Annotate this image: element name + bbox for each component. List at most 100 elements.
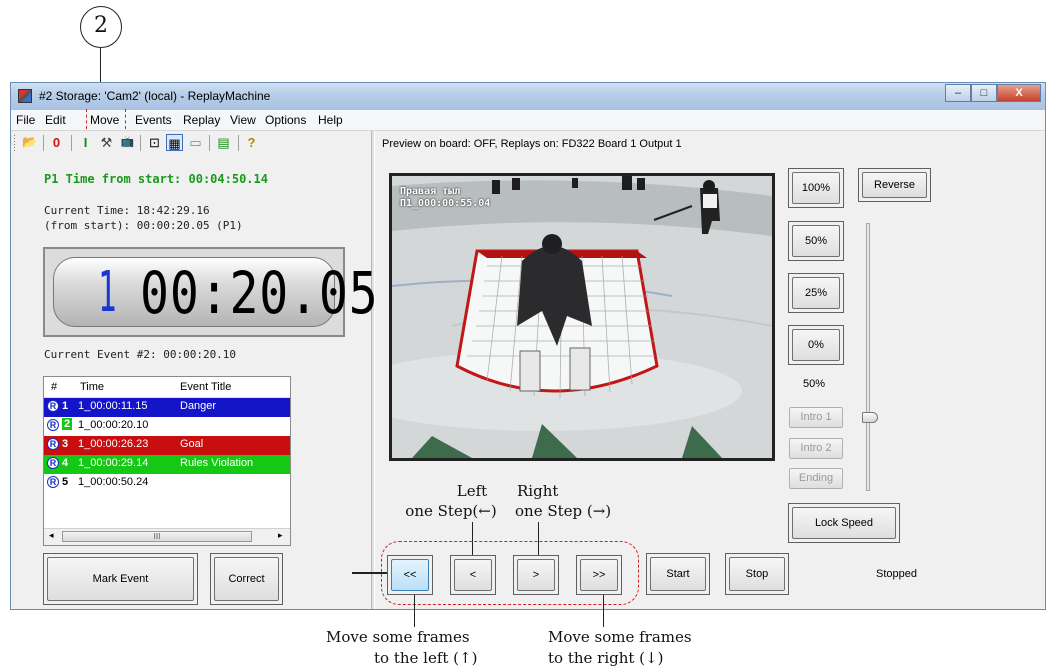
speed-25-button[interactable]: 25% <box>792 277 840 309</box>
registered-icon: R <box>47 476 59 488</box>
menu-file[interactable]: File <box>16 113 35 127</box>
correct-button[interactable]: Correct <box>214 557 279 601</box>
mark-event-button[interactable]: Mark Event <box>47 557 194 601</box>
speed-25-frame: 25% <box>788 273 844 313</box>
monitor-icon[interactable]: ▭ <box>187 134 204 151</box>
step-right-button[interactable]: > <box>517 559 555 591</box>
speed-slider-track[interactable] <box>866 223 870 491</box>
speed-0-frame: 0% <box>788 325 844 365</box>
camera-icon[interactable]: ⊡ <box>146 134 163 151</box>
toolbar: 📂 0 I ⚒ 📺 ⊡ ▦ ▭ ▤ ? <box>11 131 371 155</box>
annotation-move-left: Move some frames to the left (↑) <box>316 627 516 669</box>
event-number: 2 <box>62 418 73 430</box>
speed-50-button[interactable]: 50% <box>792 225 840 257</box>
app-icon <box>18 89 32 103</box>
event-title: Goal <box>180 438 204 450</box>
toolbar-grip <box>14 135 15 151</box>
timecode-value: 00:20.05 <box>140 259 379 327</box>
menu-edit[interactable]: Edit <box>45 113 66 127</box>
annotation-move-left-line2: to the left (↑) <box>374 649 478 667</box>
callout-number: 2 <box>94 13 108 38</box>
step-far-right-button[interactable]: >> <box>580 559 618 591</box>
menu-options[interactable]: Options <box>265 113 306 127</box>
clapper-icon[interactable]: ▦ <box>166 134 183 151</box>
step-far-left-button[interactable]: << <box>391 559 429 591</box>
step-far-left-frame: << <box>387 555 433 595</box>
open-folder-icon[interactable]: 📂 <box>21 134 38 151</box>
timecode-panel: 1 00:20.05 <box>53 257 378 327</box>
intro-2-button[interactable]: Intro 2 <box>789 438 843 459</box>
column-header-time[interactable]: Time <box>80 381 104 393</box>
minimize-button[interactable]: – <box>945 84 971 102</box>
ending-button[interactable]: Ending <box>789 468 843 489</box>
menu-replay[interactable]: Replay <box>183 113 220 127</box>
help-icon[interactable]: ? <box>243 134 260 151</box>
menu-events[interactable]: Events <box>135 113 172 127</box>
toolbar-separator <box>43 135 44 151</box>
table-row[interactable]: R 4 1_00:00:29.14 Rules Violation <box>44 455 290 474</box>
step-right-frame: > <box>513 555 559 595</box>
reverse-button[interactable]: Reverse <box>862 172 927 198</box>
annotation-move-left-line1: Move some frames <box>326 628 470 646</box>
pointer-line <box>352 572 388 574</box>
scroll-left-arrow-icon[interactable]: ◂ <box>49 530 54 541</box>
annotation-left-line1: Left <box>456 482 488 500</box>
tv-icon[interactable]: 📺 <box>119 134 136 151</box>
toolbar-separator <box>71 135 72 151</box>
annotation-left-line2: one Step(←) <box>405 502 497 520</box>
scroll-right-arrow-icon[interactable]: ▸ <box>278 530 283 541</box>
video-preview: Правая тыл П1_000:00:55.04 <box>389 173 775 461</box>
mark-event-frame: Mark Event <box>43 553 198 605</box>
info-icon[interactable]: I <box>77 134 94 151</box>
title-bar[interactable]: #2 Storage: 'Cam2' (local) - ReplayMachi… <box>11 83 1045 110</box>
event-time: 1_00:00:11.15 <box>78 400 148 412</box>
window-title: #2 Storage: 'Cam2' (local) - ReplayMachi… <box>39 89 271 103</box>
list-icon[interactable]: ▤ <box>215 134 232 151</box>
menu-view[interactable]: View <box>230 113 256 127</box>
preview-status-bar: Preview on board: OFF, Replays on: FD322… <box>376 134 1044 154</box>
events-table[interactable]: # Time Event Title R 1 1_00:00:11.15 Danger… <box>43 376 291 546</box>
horizontal-scrollbar[interactable]: ◂ III ▸ <box>44 528 290 545</box>
scrollbar-grip: III <box>153 532 161 541</box>
table-row[interactable]: R 2 1_00:00:20.10 <box>44 417 290 436</box>
menu-help[interactable]: Help <box>318 113 343 127</box>
events-table-header: # Time Event Title <box>44 377 290 398</box>
panel-splitter[interactable] <box>371 131 375 609</box>
speed-slider-thumb[interactable] <box>862 412 878 423</box>
pointer-line <box>414 595 415 627</box>
p1-time-from-start: P1 Time from start: 00:04:50.14 <box>44 172 268 186</box>
column-header-event-title[interactable]: Event Title <box>180 381 231 393</box>
start-button[interactable]: Start <box>650 557 706 591</box>
table-row[interactable]: R 5 1_00:00:50.24 <box>44 474 290 493</box>
annotation-left-step: Left one Step(←) <box>391 481 511 521</box>
intro-1-button[interactable]: Intro 1 <box>789 407 843 428</box>
step-left-button[interactable]: < <box>454 559 492 591</box>
annotation-right-step: Right one Step (→) <box>515 481 635 521</box>
annotation-move-right: Move some frames to the right (↓) <box>548 627 748 669</box>
table-row[interactable]: R 1 1_00:00:11.15 Danger <box>44 398 290 417</box>
time-from-start: (from start): 00:00:20.05 (P1) <box>44 219 243 232</box>
table-row[interactable]: R 3 1_00:00:26.23 Goal <box>44 436 290 455</box>
timecode-display: 1 00:20.05 <box>43 247 378 337</box>
camera-name: Правая тыл <box>400 186 461 197</box>
camera-timecode: П1_000:00:55.04 <box>400 198 491 209</box>
registered-icon: R <box>47 438 59 450</box>
step-far-right-frame: >> <box>576 555 622 595</box>
close-button[interactable]: X <box>997 84 1041 102</box>
step-left-frame: < <box>450 555 496 595</box>
playback-status: Stopped <box>876 568 917 580</box>
scrollbar-thumb[interactable]: III <box>62 531 252 542</box>
speed-100-button[interactable]: 100% <box>792 172 840 204</box>
annotation-move-right-line2: to the right (↓) <box>548 649 664 667</box>
lock-speed-button[interactable]: Lock Speed <box>792 507 896 539</box>
current-event: Current Event #2: 00:00:20.10 <box>44 348 237 361</box>
speed-0-button[interactable]: 0% <box>792 329 840 361</box>
stop-button[interactable]: Stop <box>729 557 785 591</box>
column-header-number[interactable]: # <box>51 381 57 393</box>
tools-icon[interactable]: ⚒ <box>98 134 115 151</box>
hockey-scene <box>392 176 772 458</box>
toolbar-separator <box>140 135 141 151</box>
maximize-button[interactable]: □ <box>971 84 997 102</box>
annotation-right-line1: Right <box>517 482 559 500</box>
zero-icon[interactable]: 0 <box>48 134 65 151</box>
